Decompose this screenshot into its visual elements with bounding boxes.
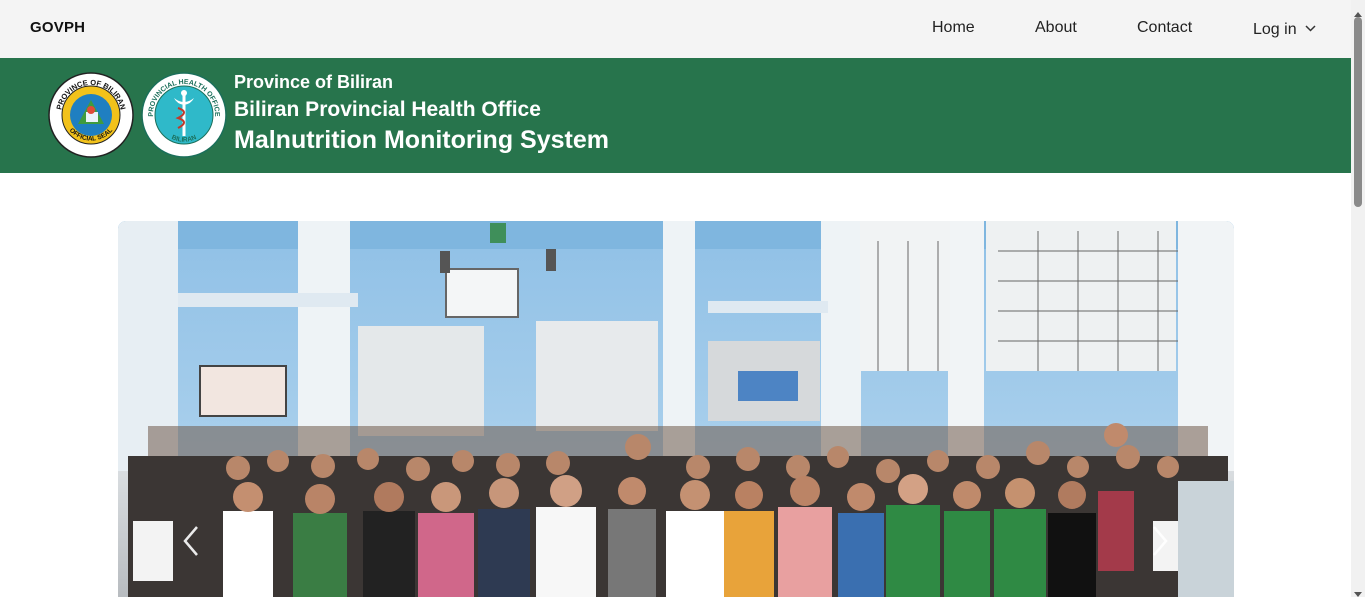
scroll-down-arrow-icon[interactable]	[1354, 585, 1362, 597]
nav-about-link[interactable]: About	[1035, 19, 1077, 37]
office-name: Biliran Provincial Health Office	[234, 98, 541, 121]
nav-contact-link[interactable]: Contact	[1137, 19, 1192, 37]
image-carousel	[118, 221, 1234, 597]
chevron-down-icon	[1305, 19, 1316, 37]
page-scrollbar[interactable]	[1351, 0, 1365, 597]
nav-home-link[interactable]: Home	[932, 19, 975, 37]
carousel-photo	[118, 221, 1234, 597]
province-name: Province of Biliran	[234, 72, 394, 92]
login-dropdown[interactable]: Log in	[1253, 19, 1316, 39]
health-office-seal-logo: PROVINCIAL HEALTH OFFICE BILIRAN	[141, 72, 227, 158]
province-seal-logo: PROVINCE OF BILIRAN OFFICIAL SEAL	[48, 72, 134, 158]
chevron-left-icon	[177, 526, 207, 565]
scrollbar-thumb[interactable]	[1354, 17, 1362, 207]
chevron-right-icon	[1144, 526, 1174, 565]
login-label: Log in	[1253, 21, 1297, 38]
header-banner: PROVINCE OF BILIRAN OFFICIAL SEAL PROVIN…	[0, 58, 1351, 173]
carousel-next-button[interactable]	[1144, 521, 1174, 561]
system-title: Malnutrition Monitoring System	[234, 126, 609, 154]
brand-link[interactable]: GOVPH	[30, 19, 85, 36]
top-navbar: GOVPH Home About Contact Log in	[0, 0, 1351, 58]
carousel-prev-button[interactable]	[177, 521, 207, 561]
